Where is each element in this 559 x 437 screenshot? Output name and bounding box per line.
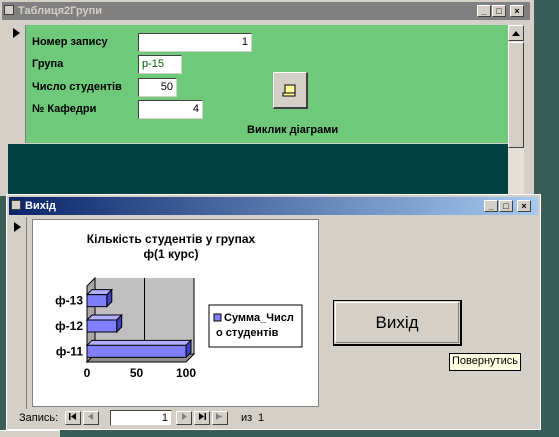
maximize-button[interactable]: □ <box>492 5 506 17</box>
record-nav-label: Запись: <box>19 412 59 424</box>
legend-label-line-2: о студентів <box>216 327 279 339</box>
new-record-button[interactable]: * <box>212 411 228 425</box>
students-count-label: Число студентів <box>32 81 122 93</box>
output-window-titlebar[interactable]: Вихід _ □ × <box>9 197 538 215</box>
previous-record-icon <box>88 413 93 420</box>
arrow-up-icon <box>512 31 520 36</box>
chart-frame[interactable]: Кількість студентів у групах ф(1 курс) ф… <box>32 219 319 407</box>
category-label: ф-12 <box>55 319 83 333</box>
first-record-button[interactable] <box>65 411 81 425</box>
bar <box>86 294 108 308</box>
current-record-field[interactable]: 1 <box>110 410 172 426</box>
next-record-icon <box>182 413 187 420</box>
category-label: ф-11 <box>56 344 84 358</box>
output-window: Вихід _ □ × Кількість студентів у групах… <box>6 194 541 430</box>
open-chart-button[interactable] <box>273 72 308 109</box>
record-total: 1 <box>258 412 265 424</box>
new-record-icon: * <box>216 413 223 422</box>
category-label: ф-13 <box>55 294 83 308</box>
form-body: Номер запису 1 Група р-15 Число студенті… <box>26 25 508 143</box>
exit-button[interactable]: Вихід <box>333 300 462 346</box>
form-icon <box>11 200 21 210</box>
x-tick-label: 50 <box>130 366 144 380</box>
close-button[interactable]: × <box>517 200 531 212</box>
chart-svg: Кількість студентів у групах ф(1 курс) ф… <box>55 232 303 380</box>
top-window: Таблиця2Групи _ □ × Номер запису 1 Група… <box>0 0 534 196</box>
svg-text:*: * <box>220 415 223 421</box>
group-label: Група <box>32 58 64 70</box>
close-button[interactable]: × <box>510 5 524 17</box>
form-footer <box>8 144 508 194</box>
x-tick-label: 100 <box>176 366 196 380</box>
tooltip: Повернутись <box>449 353 521 371</box>
form-icon <box>4 5 14 15</box>
record-navigation-bar: Запись: 1 * из 1 <box>9 409 538 427</box>
vertical-scrollbar[interactable] <box>508 25 524 194</box>
legend-label-line-1: Сумма_Числ <box>224 312 294 324</box>
group-field[interactable]: р-15 <box>138 55 182 74</box>
maximize-button[interactable]: □ <box>499 200 513 212</box>
record-number-label: Номер запису <box>32 36 108 48</box>
output-window-title: Вихід <box>25 200 56 212</box>
plot-area: ф-11 ф-12 ф-13 0 50 100 <box>55 276 196 380</box>
record-of-label: из <box>241 412 253 424</box>
x-tick-label: 0 <box>84 366 91 380</box>
record-selector[interactable] <box>9 217 27 409</box>
department-field[interactable]: 4 <box>138 100 203 119</box>
exit-button-label: Вихід <box>375 313 419 332</box>
previous-record-button[interactable] <box>83 411 99 425</box>
record-pointer-icon <box>13 28 20 38</box>
bar <box>86 344 187 358</box>
open-chart-label: Виклик діаграми <box>247 124 339 136</box>
scroll-up-button[interactable] <box>508 25 524 41</box>
record-selector[interactable] <box>8 25 26 143</box>
first-record-icon <box>69 413 76 420</box>
department-label: № Кафедри <box>32 103 97 115</box>
top-window-title: Таблиця2Групи <box>18 5 103 17</box>
record-number-field[interactable]: 1 <box>138 33 252 52</box>
scroll-icon <box>282 84 296 97</box>
last-record-button[interactable] <box>194 411 210 425</box>
bar <box>86 319 118 333</box>
top-window-titlebar[interactable]: Таблиця2Групи _ □ × <box>2 2 530 20</box>
record-pointer-icon <box>14 222 21 232</box>
minimize-button[interactable]: _ <box>477 5 491 17</box>
chart-title: Кількість студентів у групах <box>87 232 256 246</box>
bar-top <box>85 339 193 346</box>
chart-subtitle: ф(1 курс) <box>143 247 198 261</box>
minimize-button[interactable]: _ <box>484 200 498 212</box>
scroll-thumb[interactable] <box>508 42 524 148</box>
legend-swatch <box>213 313 222 322</box>
next-record-button[interactable] <box>176 411 192 425</box>
students-count-field[interactable]: 50 <box>138 78 177 97</box>
last-record-icon <box>199 413 206 420</box>
bar-top <box>85 314 123 321</box>
